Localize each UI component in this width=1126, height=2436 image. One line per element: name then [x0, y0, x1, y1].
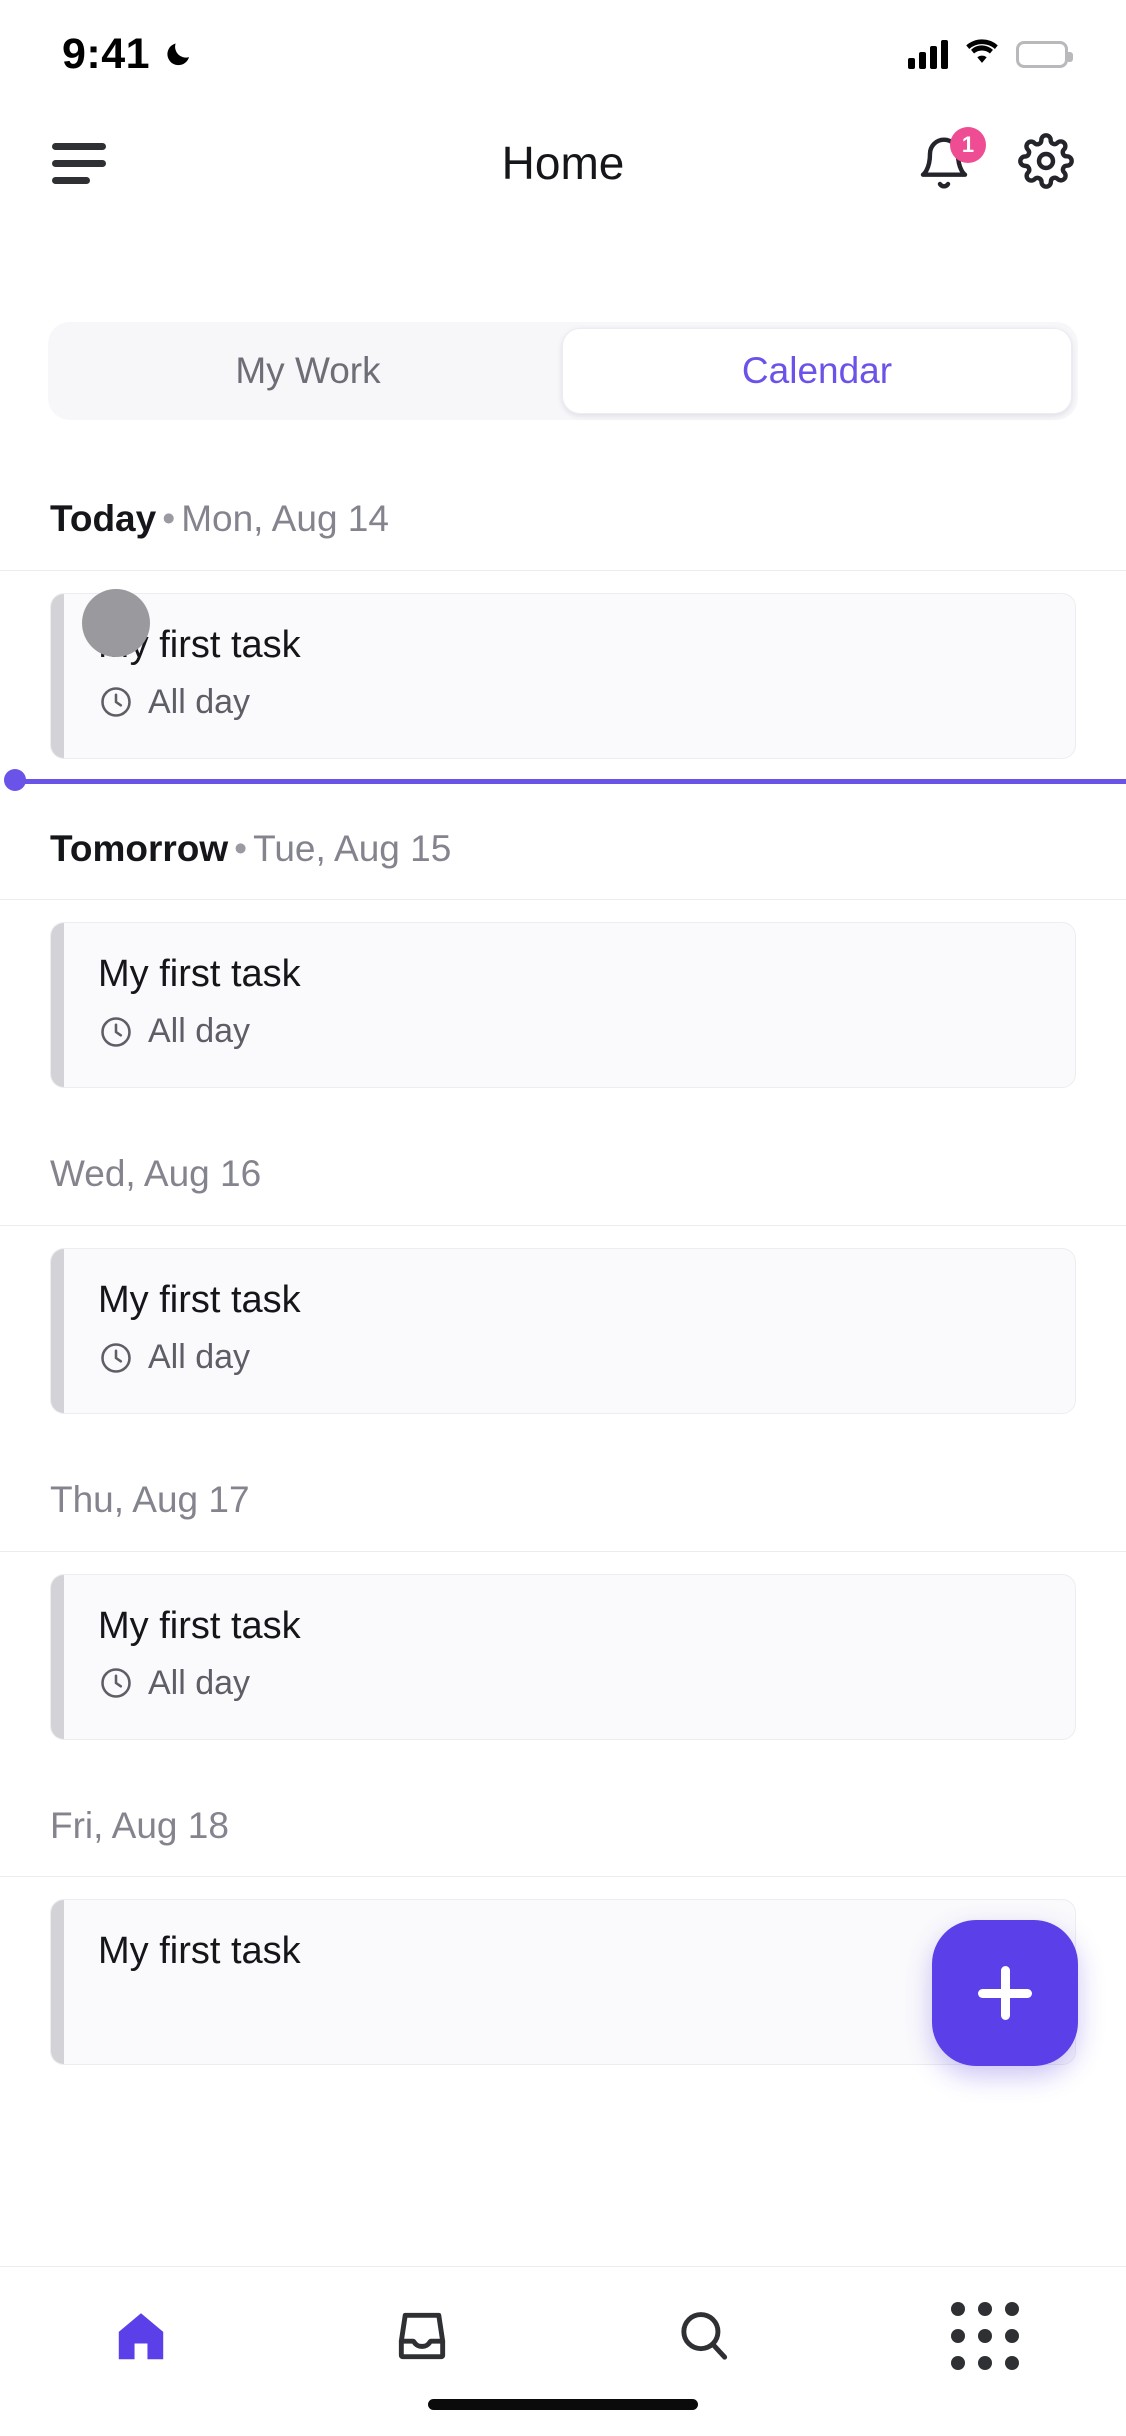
nav-item-inbox[interactable]: [282, 2293, 564, 2379]
nav-item-search[interactable]: [563, 2293, 845, 2379]
task-card-wrapper: My first task All day: [0, 1226, 1126, 1436]
task-time-label: All day: [148, 1012, 251, 1051]
clock-icon: [101, 1342, 131, 1373]
clock-icon: [101, 1017, 131, 1047]
inbox-tray-icon: [399, 2312, 446, 2360]
nav-item-apps[interactable]: [845, 2293, 1126, 2379]
clock-icon: [101, 687, 131, 717]
current-time-dot: [4, 768, 26, 791]
task-card-wrapper: My first task All day: [0, 571, 1126, 781]
app-header: Home 1: [0, 108, 1126, 218]
add-task-fab[interactable]: [932, 1920, 1078, 2066]
clock-icon: [101, 1668, 131, 1699]
day-separator: •: [234, 827, 248, 869]
calendar-day-header: Thu, Aug 17: [0, 1436, 1126, 1551]
task-card-body: My first task All day: [64, 1249, 335, 1413]
view-segmented-control: My Work Calendar: [48, 322, 1078, 420]
task-title: My first task: [98, 1604, 301, 1647]
task-accent-bar: [51, 1574, 64, 1739]
task-title: My first task: [98, 953, 301, 996]
task-card-wrapper: My first task All day: [0, 1552, 1126, 1762]
battery-full-icon: [1016, 40, 1073, 68]
cellular-signal-icon: [908, 39, 948, 69]
notification-badge: 1: [950, 127, 986, 163]
task-accent-bar: [51, 593, 64, 758]
status-bar-clock: 9:41: [62, 29, 151, 78]
task-card[interactable]: My first task All day: [50, 592, 1076, 759]
task-time-label: All day: [148, 1663, 251, 1702]
task-card[interactable]: My first task: [50, 1899, 1076, 2066]
home-indicator: [428, 2399, 698, 2410]
task-time-label: All day: [148, 682, 251, 721]
calendar-day-header: Wed, Aug 16: [0, 1110, 1126, 1225]
day-date: Mon, Aug 14: [181, 498, 389, 539]
day-date: Wed, Aug 16: [50, 1153, 262, 1195]
task-card-body: My first task All day: [64, 923, 335, 1087]
task-title: My first task: [98, 1930, 301, 1973]
home-icon: [118, 2313, 163, 2360]
current-time-line: [14, 778, 1126, 784]
tab-calendar[interactable]: Calendar: [562, 328, 1072, 414]
nav-item-home[interactable]: [0, 2293, 282, 2379]
task-card-body: My first task All day: [64, 1575, 335, 1739]
plus-icon: [978, 1966, 1032, 2020]
crescent-moon-icon: [164, 39, 194, 69]
task-title: My first task: [98, 1279, 301, 1322]
wifi-icon: [964, 38, 1000, 70]
gear-icon: [1018, 132, 1074, 189]
day-date: Fri, Aug 18: [50, 1804, 229, 1846]
task-card[interactable]: My first task All day: [50, 922, 1076, 1089]
grid-dots-icon: [951, 2302, 1020, 2370]
task-accent-bar: [51, 1249, 64, 1414]
bottom-navigation: [0, 2266, 1126, 2436]
hamburger-menu-icon[interactable]: [52, 139, 110, 187]
settings-button[interactable]: [1018, 132, 1074, 194]
status-bar: 9:41: [0, 0, 1126, 108]
calendar-day-header: Fri, Aug 18: [0, 1762, 1126, 1877]
header-actions: 1: [916, 127, 1074, 194]
calendar-day-header: Today • Mon, Aug 14: [0, 455, 1126, 570]
search-icon: [681, 2312, 727, 2360]
task-time-row: All day: [98, 1012, 301, 1051]
task-card-wrapper: My first task All day: [0, 900, 1126, 1110]
day-separator: •: [162, 498, 176, 539]
day-label: Tomorrow: [50, 827, 229, 869]
task-time-label: All day: [148, 1338, 251, 1377]
task-accent-bar: [51, 1900, 64, 2065]
task-card[interactable]: My first task All day: [50, 1248, 1076, 1415]
task-time-row: All day: [98, 683, 301, 722]
task-card[interactable]: My first task All day: [50, 1573, 1076, 1740]
task-time-row: All day: [98, 1664, 301, 1703]
task-card-body: My first task All day: [64, 594, 335, 758]
task-card-body: My first task: [64, 1900, 335, 2064]
task-time-row: All day: [98, 1338, 301, 1377]
task-title: My first task: [98, 623, 301, 666]
notifications-button[interactable]: 1: [916, 127, 986, 191]
task-accent-bar: [51, 923, 64, 1088]
calendar-day-header: Tomorrow • Tue, Aug 15: [0, 785, 1126, 900]
app-screen: 9:41 Home 1 My Work Calendar Today • Mon…: [0, 0, 1126, 2436]
current-time-indicator: [0, 768, 1126, 791]
day-date: Thu, Aug 17: [50, 1479, 250, 1521]
status-bar-left: 9:41: [62, 30, 194, 79]
day-date: Tue, Aug 15: [253, 827, 452, 869]
day-label: Today: [50, 498, 157, 539]
status-bar-right: [908, 38, 1073, 70]
tab-my-work[interactable]: My Work: [54, 328, 562, 414]
